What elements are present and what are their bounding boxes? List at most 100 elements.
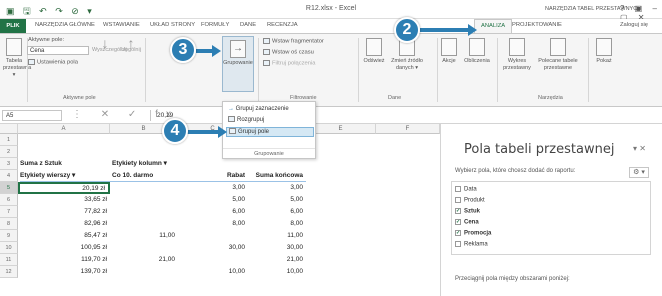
drill-up-button[interactable]: ↑ Uogólnij (120, 36, 142, 54)
pivot-cell[interactable]: 8,00 (248, 218, 306, 230)
tab-data[interactable]: DANE (240, 22, 256, 28)
pivot-cell[interactable]: 6,00 (248, 206, 306, 218)
column-header-f[interactable]: F (376, 124, 440, 134)
menu-item-ungroup[interactable]: Rozgrupuj (226, 115, 314, 125)
pivot-cell[interactable]: 10,00 (248, 266, 306, 278)
field-settings-button[interactable]: Ustawienia pola (28, 59, 78, 66)
select-all-corner[interactable] (0, 124, 18, 134)
pivot-row-label-cell[interactable]: 100,95 zł (18, 242, 110, 254)
insert-timeline-button[interactable]: Wstaw oś czasu (263, 49, 314, 56)
checkbox[interactable] (455, 186, 461, 192)
pivot-cell[interactable]: 21,00 (110, 254, 178, 266)
tab-insert[interactable]: WSTAWIANIE (103, 22, 140, 28)
calculations-button[interactable]: Obliczenia (461, 38, 493, 65)
pivot-col-header-rabat[interactable]: Rabat (178, 170, 248, 182)
pivot-cell[interactable]: 30,00 (178, 242, 248, 254)
row-header[interactable]: 2 (0, 146, 18, 158)
checkbox-checked[interactable]: ✓ (455, 219, 461, 225)
checkbox-checked[interactable]: ✓ (455, 230, 461, 236)
pivot-cell[interactable]: 5,00 (178, 194, 248, 206)
pivot-row-label-cell[interactable]: 33,65 zł (18, 194, 110, 206)
row-header[interactable]: 9 (0, 230, 18, 242)
actions-button[interactable]: Akcje (439, 38, 459, 65)
pivot-cell[interactable] (178, 254, 248, 266)
tab-home[interactable]: NARZĘDZIA GŁÓWNE (35, 22, 95, 28)
pivot-row-label-cell[interactable]: 77,82 zł (18, 206, 110, 218)
spreadsheet-grid[interactable]: A B C D E F 1 2 3 4 5 6 7 8 9 10 11 12 S… (0, 124, 440, 296)
row-header[interactable]: 7 (0, 206, 18, 218)
row-header[interactable]: 4 (0, 170, 18, 182)
pivot-cell[interactable]: 3,00 (248, 182, 306, 194)
checkbox[interactable] (455, 197, 461, 203)
refresh-button[interactable]: Odśwież (360, 38, 388, 65)
tab-page-layout[interactable]: UKŁAD STRONY (150, 22, 195, 28)
tab-formulas[interactable]: FORMUŁY (201, 22, 229, 28)
pane-settings-button[interactable]: ⚙ ▾ (629, 167, 649, 178)
name-box[interactable]: A5 (2, 110, 62, 121)
checkbox[interactable] (455, 241, 461, 247)
row-header[interactable]: 3 (0, 158, 18, 170)
pivot-row-label-cell[interactable]: 139,70 zł (18, 266, 110, 278)
pivot-cell[interactable] (178, 230, 248, 242)
pivot-column-labels[interactable]: Etykiety kolumn ▾ (112, 158, 182, 170)
sign-in-link[interactable]: Zaloguj się (620, 22, 648, 28)
menu-item-group-selection[interactable]: → Grupuj zaznaczenie (226, 104, 314, 114)
pivot-cell[interactable] (110, 182, 178, 194)
field-checkbox-promocja[interactable]: ✓ Promocja (455, 230, 491, 237)
tab-review[interactable]: RECENZJA (267, 22, 298, 28)
row-header[interactable]: 12 (0, 266, 18, 278)
grouping-button[interactable]: → Grupowanie (222, 36, 254, 92)
tab-design[interactable]: PROJEKTOWANIE (512, 22, 562, 28)
row-header[interactable]: 10 (0, 242, 18, 254)
show-button[interactable]: Pokaż (592, 38, 616, 65)
pane-close-button[interactable]: ▾ ✕ (633, 144, 646, 153)
pivot-cell[interactable]: 3,00 (178, 182, 248, 194)
pivot-row-label-cell-selected[interactable]: 20,19 zł (18, 182, 110, 194)
pivot-row-label-cell[interactable]: 82,96 zł (18, 218, 110, 230)
column-header-a[interactable]: A (18, 124, 110, 134)
pivot-cell[interactable] (110, 206, 178, 218)
pivot-value-header[interactable]: Suma z Sztuk (20, 158, 110, 170)
row-header[interactable]: 6 (0, 194, 18, 206)
row-header[interactable]: 11 (0, 254, 18, 266)
row-header[interactable]: 1 (0, 134, 18, 146)
drill-down-button[interactable]: ↓ Wyszczególnij (92, 36, 127, 54)
field-checkbox-cena[interactable]: ✓ Cena (455, 219, 479, 226)
field-checkbox-data[interactable]: Data (455, 186, 477, 193)
pivot-row-labels[interactable]: Etykiety wierszy ▾ (20, 170, 110, 182)
pivot-chart-button[interactable]: Wykres przestawny (502, 38, 532, 72)
recommended-pivot-button[interactable]: Polecane tabele przestawne (534, 38, 582, 72)
column-header-e[interactable]: E (306, 124, 376, 134)
pivot-cell[interactable]: 30,00 (248, 242, 306, 254)
row-header-selected[interactable]: 5 (0, 182, 18, 194)
pivot-cell[interactable] (110, 266, 178, 278)
field-checkbox-produkt[interactable]: Produkt (455, 197, 485, 204)
field-checkbox-sztuk[interactable]: ✓ Sztuk (455, 208, 480, 215)
field-checkbox-reklama[interactable]: Reklama (455, 241, 488, 248)
pivot-cell[interactable]: 11,00 (248, 230, 306, 242)
grouping-label: Grupowanie (223, 60, 253, 66)
pivot-cell[interactable] (110, 218, 178, 230)
pivot-row-label-cell[interactable]: 119,70 zł (18, 254, 110, 266)
tab-file[interactable]: PLIK (0, 19, 26, 33)
pivot-cell[interactable] (110, 194, 178, 206)
pivot-row-label-cell[interactable]: 85,47 zł (18, 230, 110, 242)
pivot-cell[interactable]: 8,00 (178, 218, 248, 230)
pivot-cell[interactable] (110, 242, 178, 254)
pivot-col-header-total[interactable]: Suma końcowa (248, 170, 306, 182)
checkbox-checked[interactable]: ✓ (455, 208, 461, 214)
menu-item-group-field[interactable]: Grupuj pole (226, 127, 314, 137)
row-header[interactable]: 8 (0, 218, 18, 230)
pivot-table-button[interactable]: Tabela przestawna ▾ (3, 38, 31, 79)
filter-connections-button[interactable]: Filtruj połączenia (263, 60, 316, 67)
pivot-cell[interactable]: 5,00 (248, 194, 306, 206)
pivot-cell[interactable]: 11,00 (110, 230, 178, 242)
pivot-cell[interactable]: 10,00 (178, 266, 248, 278)
pivot-cell[interactable]: 21,00 (248, 254, 306, 266)
change-source-button[interactable]: Zmień źródło danych ▾ (390, 38, 424, 72)
tab-analyze[interactable]: ANALIZA (474, 19, 513, 33)
pivot-cell[interactable]: 6,00 (178, 206, 248, 218)
pivot-col-header-co10[interactable]: Co 10. darmo (110, 170, 178, 182)
insert-slicer-button[interactable]: Wstaw fragmentator (263, 38, 324, 45)
active-field-input[interactable]: Cena (27, 46, 89, 55)
